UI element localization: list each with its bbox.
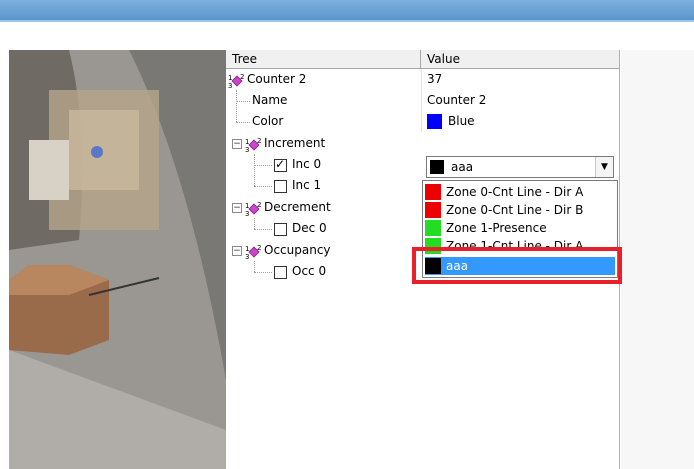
tree-row-increment[interactable]: − 1 2 3 Increment: [226, 133, 619, 154]
inc0-label: Inc 0: [292, 157, 322, 171]
option-label: Zone 0-Cnt Line - Dir A: [446, 185, 584, 199]
occ0-label: Occ 0: [292, 264, 327, 278]
color-swatch: [427, 114, 442, 129]
side-area: [621, 50, 694, 469]
decrement-label: Decrement: [264, 200, 331, 214]
name-value: Counter 2: [421, 90, 486, 111]
occ0-checkbox[interactable]: [274, 266, 287, 279]
value-column-header[interactable]: Value: [421, 50, 619, 68]
color-label: Color: [252, 114, 284, 128]
collapse-toggle[interactable]: −: [232, 203, 242, 213]
option-label: Zone 0-Cnt Line - Dir B: [446, 203, 584, 217]
option-color-swatch: [425, 220, 441, 236]
svg-text:3: 3: [245, 253, 249, 259]
svg-text:3: 3: [245, 210, 249, 216]
option-color-swatch: [425, 184, 441, 200]
svg-text:3: 3: [228, 82, 232, 88]
group-icon: 1 2 3: [228, 73, 244, 88]
dropdown-option[interactable]: Zone 1-Presence: [425, 219, 615, 237]
occupancy-label: Occupancy: [264, 243, 331, 257]
title-bar: [0, 0, 694, 22]
tree-row-color[interactable]: Color Blue: [226, 111, 619, 132]
chevron-down-icon[interactable]: ▼: [595, 157, 613, 177]
dec0-checkbox[interactable]: [274, 223, 287, 236]
color-value-cell: Blue: [421, 111, 475, 132]
tree-row-name[interactable]: Name Counter 2: [226, 90, 619, 111]
inc1-checkbox[interactable]: [274, 180, 287, 193]
color-value: Blue: [448, 114, 475, 128]
name-label: Name: [252, 93, 288, 107]
group-icon: 1 2 3: [245, 201, 261, 216]
collapse-toggle[interactable]: −: [232, 139, 242, 149]
counter-label: Counter 2: [247, 72, 307, 86]
inc0-checkbox[interactable]: [274, 157, 287, 172]
counter-value: 37: [421, 69, 442, 90]
dropdown-option[interactable]: Zone 0-Cnt Line - Dir A: [425, 183, 615, 201]
collapse-toggle[interactable]: −: [232, 246, 242, 256]
svg-text:3: 3: [245, 146, 249, 152]
tree-row-counter[interactable]: 1 2 3 Counter 2 37: [226, 69, 619, 90]
zone-select-value: aaa: [451, 160, 474, 174]
increment-label: Increment: [264, 136, 326, 150]
group-icon: 1 2 3: [245, 137, 261, 152]
highlight-box: [412, 247, 622, 284]
zone-select[interactable]: aaa ▼: [426, 156, 614, 178]
tree-column-header[interactable]: Tree: [226, 50, 421, 68]
tree-header: Tree Value: [226, 50, 619, 69]
option-label: Zone 1-Presence: [446, 221, 547, 235]
group-icon: 1 2 3: [245, 244, 261, 259]
dropdown-option[interactable]: Zone 0-Cnt Line - Dir B: [425, 201, 615, 219]
camera-view: [9, 50, 226, 469]
dec0-label: Dec 0: [292, 221, 327, 235]
selected-color-swatch: [430, 160, 444, 174]
option-color-swatch: [425, 202, 441, 218]
inc1-label: Inc 1: [292, 178, 322, 192]
